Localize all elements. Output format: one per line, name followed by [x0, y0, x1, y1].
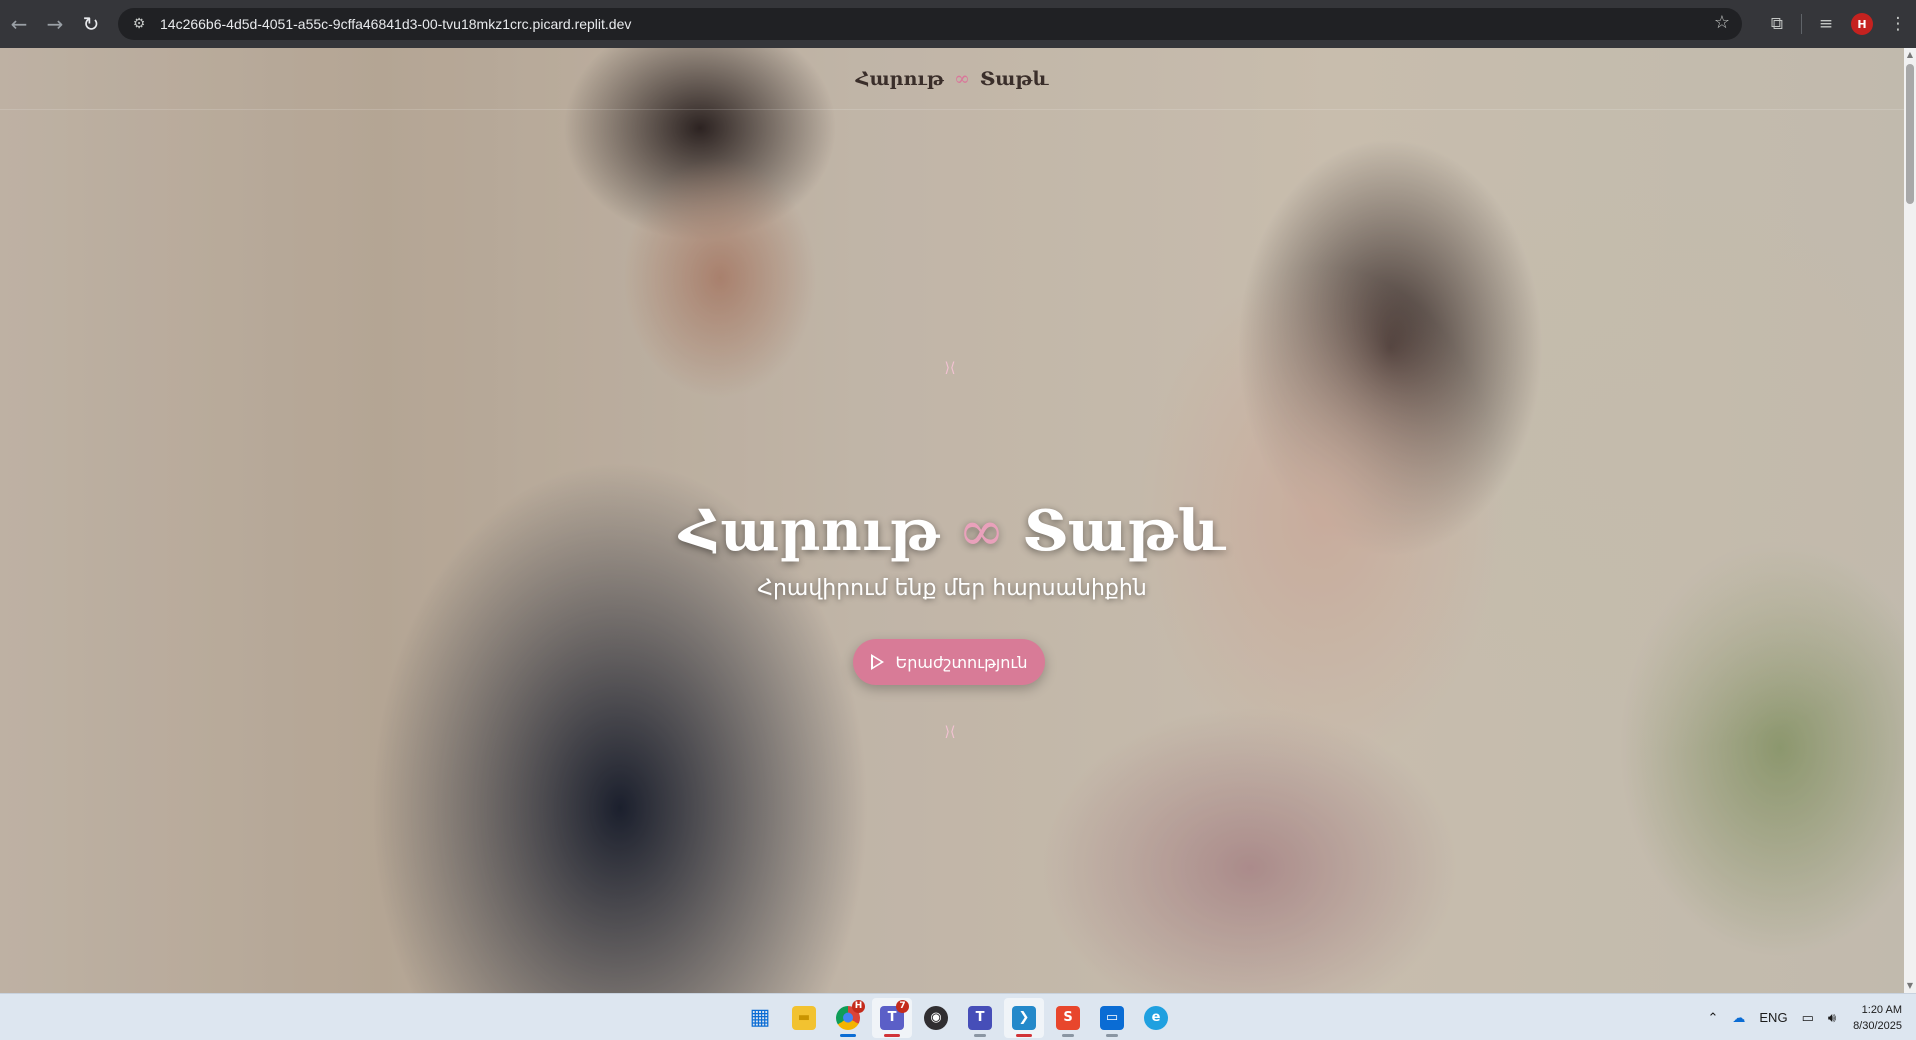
- running-indicator: [840, 1033, 856, 1037]
- hero-groom-name: Հարութ: [679, 498, 941, 564]
- back-button[interactable]: ←: [2, 7, 36, 41]
- hero-infinity-symbol: ∞: [958, 499, 1005, 564]
- more-vert-icon: ⋮: [1889, 14, 1907, 34]
- taskbar-remote-desktop[interactable]: ▭: [1092, 998, 1132, 1038]
- playlist-icon: ≡: [1818, 14, 1834, 34]
- site-info-button[interactable]: ⚙: [124, 12, 154, 36]
- taskbar: ▦ ▬ ● H T 7 ◉ T ❯ S ▭ e ⌃ ☁ ENG ▭ 🔊︎ 1:2…: [0, 993, 1916, 1040]
- page-scrollbar[interactable]: ▲ ▼: [1904, 48, 1916, 993]
- taskbar-vscode[interactable]: ❯: [1004, 997, 1044, 1038]
- ribbon-icon: ⟩⟨: [944, 360, 956, 376]
- forward-button[interactable]: →: [38, 7, 72, 41]
- tune-icon: ⚙: [132, 16, 146, 32]
- arrow-right-icon: →: [46, 12, 64, 36]
- teams-new-icon: T: [968, 1005, 992, 1030]
- address-bar[interactable]: ⚙ 14c266b6-4d5d-4051-a55c-9cffa46841d3-0…: [118, 8, 1742, 40]
- running-indicator: [1016, 1033, 1032, 1037]
- play-icon: [870, 654, 884, 670]
- music-button[interactable]: Երաժշտություն: [853, 639, 1045, 685]
- hero-subtitle: Հրավիրում ենք մեր հարսանիքին: [757, 576, 1147, 601]
- scroll-down-icon[interactable]: ▼: [1904, 979, 1916, 993]
- taskbar-edge[interactable]: e: [1136, 998, 1176, 1038]
- profile-button[interactable]: H: [1844, 6, 1880, 42]
- chevron-up-icon[interactable]: ⌃: [1707, 1010, 1718, 1026]
- chrome-profile-badge: H: [852, 999, 865, 1013]
- folder-icon: ▬: [792, 1005, 816, 1030]
- taskbar-sublime[interactable]: S: [1048, 998, 1088, 1038]
- start-button[interactable]: ▦: [740, 998, 780, 1038]
- windows-icon: ▦: [749, 1005, 771, 1030]
- obs-icon: ◉: [924, 1005, 948, 1030]
- edge-icon: e: [1144, 1005, 1168, 1030]
- media-control-button[interactable]: ≡: [1808, 6, 1844, 42]
- browser-toolbar: ← → ↻ ⚙ 14c266b6-4d5d-4051-a55c-9cffa468…: [0, 0, 1916, 48]
- taskbar-teams[interactable]: T: [960, 998, 1000, 1038]
- clock-date: 8/30/2025: [1853, 1019, 1902, 1032]
- taskbar-apps: ▦ ▬ ● H T 7 ◉ T ❯ S ▭ e: [740, 994, 1180, 1040]
- taskbar-file-explorer[interactable]: ▬: [784, 998, 824, 1038]
- bookmark-star-icon[interactable]: ☆: [1714, 12, 1730, 33]
- profile-avatar: H: [1851, 13, 1873, 35]
- scroll-up-icon[interactable]: ▲: [1904, 48, 1916, 62]
- page-viewport: Հարութ ∞ Տաթև ⟩⟨ Հարութ ∞ Տաթև Հրավիրում ենք…: [0, 48, 1904, 993]
- url-text[interactable]: 14c266b6-4d5d-4051-a55c-9cffa46841d3-00-…: [160, 16, 631, 32]
- hero-title: Հարութ ∞ Տաթև: [0, 498, 1904, 564]
- sublime-icon: S: [1056, 1005, 1080, 1030]
- reload-button[interactable]: ↻: [74, 7, 108, 41]
- extensions-button[interactable]: ⧉: [1759, 6, 1795, 42]
- language-indicator[interactable]: ENG: [1759, 1010, 1787, 1025]
- running-indicator: [884, 1033, 900, 1037]
- arrow-left-icon: ←: [10, 12, 28, 36]
- hero-section: ⟩⟨ Հարութ ∞ Տաթև Հրավիրում ենք մեր հարսանի…: [0, 48, 1904, 993]
- ribbon-icon-bottom: ⟩⟨: [944, 724, 956, 740]
- taskbar-chrome[interactable]: ● H: [828, 998, 868, 1038]
- running-indicator: [1062, 1033, 1074, 1037]
- clock-time: 1:20 AM: [1861, 1003, 1902, 1016]
- onedrive-icon[interactable]: ☁: [1732, 1010, 1745, 1026]
- running-indicator: [974, 1033, 986, 1037]
- taskbar-obs[interactable]: ◉: [916, 998, 956, 1038]
- clock[interactable]: 1:20 AM 8/30/2025: [1853, 1002, 1902, 1034]
- hero-bride-name: Տաթև: [1022, 498, 1225, 564]
- puzzle-icon: ⧉: [1770, 14, 1784, 34]
- network-icon[interactable]: ▭: [1802, 1010, 1814, 1026]
- teams-notification-badge: 7: [896, 999, 909, 1013]
- volume-icon[interactable]: 🔊︎: [1828, 1010, 1836, 1026]
- vscode-icon: ❯: [1012, 1005, 1036, 1030]
- taskbar-teams-classic[interactable]: T 7: [872, 997, 912, 1038]
- menu-button[interactable]: ⋮: [1880, 6, 1916, 42]
- music-button-label: Երաժշտություն: [895, 652, 1028, 672]
- system-tray: ⌃ ☁ ENG ▭ 🔊︎ 1:20 AM 8/30/2025: [1700, 994, 1916, 1040]
- remote-desktop-icon: ▭: [1100, 1005, 1124, 1030]
- toolbar-divider: [1801, 14, 1802, 34]
- reload-icon: ↻: [82, 12, 100, 36]
- browser-actions: ⧉ ≡ H ⋮: [1759, 0, 1916, 48]
- running-indicator: [1106, 1033, 1118, 1037]
- scroll-thumb[interactable]: [1906, 64, 1914, 204]
